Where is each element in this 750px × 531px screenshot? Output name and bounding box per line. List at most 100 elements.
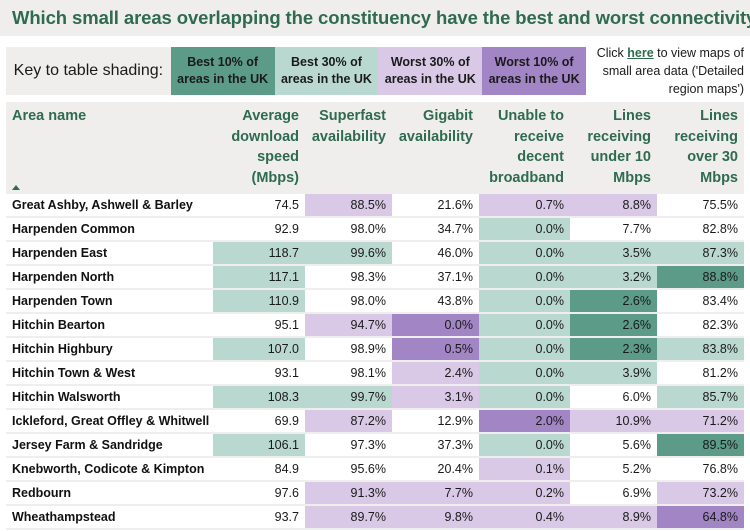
superfast-cell: 87.2% — [305, 409, 392, 434]
table-row: Harpenden Common 92.9 98.0% 34.7% 0.0% 7.7% 82… — [6, 217, 744, 242]
over-30-cell: 89.5% — [657, 433, 744, 458]
connectivity-table-wrap: Area name Average download speed (Mbps) … — [6, 102, 744, 530]
area-name-cell: Harpenden North — [6, 265, 213, 290]
under-10-cell: 5.6% — [570, 433, 657, 458]
header-unable-decent[interactable]: Unable to receive decent broadband — [479, 102, 570, 194]
over-30-cell: 71.2% — [657, 409, 744, 434]
gigabit-cell: 34.7% — [392, 217, 479, 242]
header-area-name[interactable]: Area name — [6, 102, 213, 194]
unable-decent-cell: 0.7% — [479, 194, 570, 218]
superfast-cell: 94.7% — [305, 313, 392, 338]
maps-note-prefix: Click — [596, 46, 628, 60]
table-row: Hitchin Walsworth 108.3 99.7% 3.1% 0.0% 6.0% 8… — [6, 385, 744, 410]
under-10-cell: 8.8% — [570, 194, 657, 218]
superfast-cell: 98.9% — [305, 337, 392, 362]
superfast-cell: 98.0% — [305, 289, 392, 314]
under-10-cell: 6.9% — [570, 481, 657, 506]
table-body: Great Ashby, Ashwell & Barley 74.5 88.5% 21… — [6, 194, 744, 530]
superfast-cell: 91.3% — [305, 481, 392, 506]
gigabit-cell: 37.3% — [392, 433, 479, 458]
gigabit-cell: 12.9% — [392, 409, 479, 434]
superfast-cell: 98.1% — [305, 361, 392, 386]
under-10-cell: 10.9% — [570, 409, 657, 434]
superfast-cell: 99.7% — [305, 385, 392, 410]
download-speed-cell: 74.5 — [213, 194, 305, 218]
gigabit-cell: 9.8% — [392, 505, 479, 530]
table-row: Ickleford, Great Offley & Whitwell 69.9 87… — [6, 409, 744, 434]
unable-decent-cell: 0.0% — [479, 361, 570, 386]
unable-decent-cell: 0.0% — [479, 217, 570, 242]
sort-ascending-icon[interactable] — [12, 185, 20, 190]
key-best-10: Best 10% of areas in the UK — [170, 47, 275, 95]
header-download-speed[interactable]: Average download speed (Mbps) — [213, 102, 305, 194]
gigabit-cell: 20.4% — [392, 457, 479, 482]
download-speed-cell: 93.7 — [213, 505, 305, 530]
shading-key: Key to table shading: Best 10% of areas … — [6, 47, 587, 95]
table-row: Jersey Farm & Sandridge 106.1 97.3% 37.3% 0.… — [6, 433, 744, 458]
table-row: Redbourn 97.6 91.3% 7.7% 0.2% 6.9% 73.2% — [6, 481, 744, 506]
area-name-cell: Hitchin Walsworth — [6, 385, 213, 410]
under-10-cell: 7.7% — [570, 217, 657, 242]
gigabit-cell: 7.7% — [392, 481, 479, 506]
maps-note: Click here to view maps of small area da… — [594, 44, 744, 98]
maps-link[interactable]: here — [627, 46, 653, 60]
over-30-cell: 83.4% — [657, 289, 744, 314]
superfast-cell: 88.5% — [305, 194, 392, 218]
header-gigabit[interactable]: Gigabit availability — [392, 102, 479, 194]
under-10-cell: 3.5% — [570, 241, 657, 266]
area-name-cell: Hitchin Town & West — [6, 361, 213, 386]
header-row: Area name Average download speed (Mbps) … — [6, 102, 744, 194]
key-worst-10: Worst 10% of areas in the UK — [482, 47, 587, 95]
download-speed-cell: 117.1 — [213, 265, 305, 290]
gigabit-cell: 37.1% — [392, 265, 479, 290]
unable-decent-cell: 0.1% — [479, 457, 570, 482]
table-row: Harpenden Town 110.9 98.0% 43.8% 0.0% 2.6% 83.… — [6, 289, 744, 314]
download-speed-cell: 118.7 — [213, 241, 305, 266]
under-10-cell: 3.9% — [570, 361, 657, 386]
over-30-cell: 85.7% — [657, 385, 744, 410]
under-10-cell: 5.2% — [570, 457, 657, 482]
header-superfast[interactable]: Superfast availability — [305, 102, 392, 194]
unable-decent-cell: 0.0% — [479, 337, 570, 362]
download-speed-cell: 110.9 — [213, 289, 305, 314]
table-row: Hitchin Town & West 93.1 98.1% 2.4% 0.0% 3.9%… — [6, 361, 744, 386]
unable-decent-cell: 2.0% — [479, 409, 570, 434]
under-10-cell: 3.2% — [570, 265, 657, 290]
over-30-cell: 83.8% — [657, 337, 744, 362]
superfast-cell: 97.3% — [305, 433, 392, 458]
page-title: Which small areas overlapping the consti… — [12, 7, 750, 28]
unable-decent-cell: 0.0% — [479, 265, 570, 290]
superfast-cell: 98.0% — [305, 217, 392, 242]
unable-decent-cell: 0.0% — [479, 241, 570, 266]
under-10-cell: 2.6% — [570, 289, 657, 314]
area-name-cell: Harpenden East — [6, 241, 213, 266]
area-name-cell: Hitchin Bearton — [6, 313, 213, 338]
under-10-cell: 2.6% — [570, 313, 657, 338]
table-row: Hitchin Bearton 95.1 94.7% 0.0% 0.0% 2.6% 82.3… — [6, 313, 744, 338]
area-name-cell: Wheathampstead — [6, 505, 213, 530]
area-name-cell: Ickleford, Great Offley & Whitwell — [6, 409, 213, 434]
header-under-10[interactable]: Lines receiving under 10 Mbps — [570, 102, 657, 194]
table-row: Great Ashby, Ashwell & Barley 74.5 88.5% 21… — [6, 194, 744, 218]
download-speed-cell: 69.9 — [213, 409, 305, 434]
key-worst-30: Worst 30% of areas in the UK — [378, 47, 483, 95]
gigabit-cell: 43.8% — [392, 289, 479, 314]
over-30-cell: 88.8% — [657, 265, 744, 290]
table-row: Harpenden East 118.7 99.6% 46.0% 0.0% 3.5% 87.… — [6, 241, 744, 266]
over-30-cell: 82.8% — [657, 217, 744, 242]
area-name-cell: Redbourn — [6, 481, 213, 506]
over-30-cell: 82.3% — [657, 313, 744, 338]
table-row: Knebworth, Codicote & Kimpton 84.9 95.6% 20… — [6, 457, 744, 482]
gigabit-cell: 0.5% — [392, 337, 479, 362]
key-best-30: Best 30% of areas in the UK — [274, 47, 379, 95]
download-speed-cell: 84.9 — [213, 457, 305, 482]
download-speed-cell: 108.3 — [213, 385, 305, 410]
unable-decent-cell: 0.2% — [479, 481, 570, 506]
download-speed-cell: 93.1 — [213, 361, 305, 386]
download-speed-cell: 106.1 — [213, 433, 305, 458]
under-10-cell: 2.3% — [570, 337, 657, 362]
header-over-30[interactable]: Lines receiving over 30 Mbps — [657, 102, 744, 194]
title-bar: Which small areas overlapping the consti… — [0, 0, 750, 36]
gigabit-cell: 3.1% — [392, 385, 479, 410]
superfast-cell: 95.6% — [305, 457, 392, 482]
